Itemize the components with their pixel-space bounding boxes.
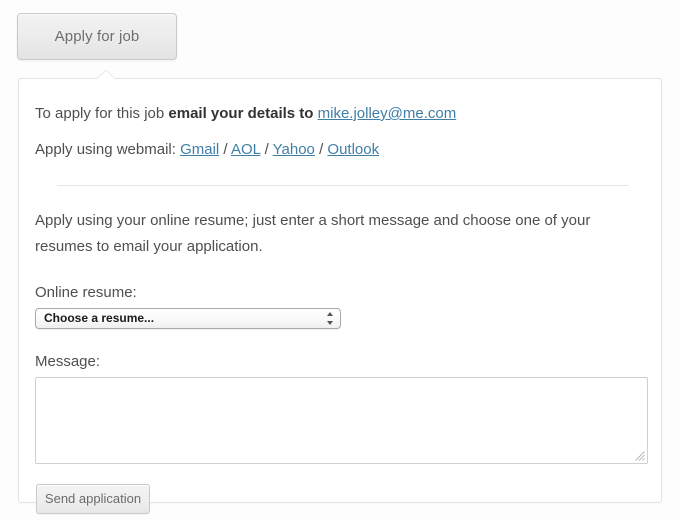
- online-resume-label: Online resume:: [35, 284, 137, 301]
- webmail-sep-3: /: [314, 141, 328, 158]
- send-application-button[interactable]: Send application: [36, 484, 150, 514]
- online-resume-select-wrap[interactable]: Choose a resume...: [35, 308, 341, 329]
- stepper-arrows-icon: [327, 311, 334, 326]
- message-textarea-wrap: [35, 377, 648, 464]
- message-label: Message:: [35, 353, 101, 370]
- webmail-line: Apply using webmail: Gmail / AOL / Yahoo…: [35, 139, 645, 161]
- apply-panel-body: To apply for this job email your details…: [19, 79, 661, 514]
- email-instruction-prefix: To apply for this job: [35, 105, 169, 122]
- section-divider: [57, 185, 629, 186]
- webmail-sep-1: /: [219, 141, 231, 158]
- webmail-link-yahoo[interactable]: Yahoo: [273, 141, 315, 158]
- online-resume-select[interactable]: Choose a resume...: [35, 308, 341, 329]
- email-instruction-line: To apply for this job email your details…: [35, 103, 645, 125]
- popover-caret-inner-icon: [97, 71, 115, 79]
- email-address-link[interactable]: mike.jolley@me.com: [318, 105, 457, 122]
- stepper-up-arrow-icon: [327, 312, 333, 316]
- message-textarea[interactable]: [35, 377, 648, 464]
- apply-for-job-button[interactable]: Apply for job: [17, 13, 177, 60]
- stepper-down-arrow-icon: [327, 321, 333, 325]
- webmail-label: Apply using webmail:: [35, 141, 176, 158]
- apply-panel: To apply for this job email your details…: [18, 70, 662, 514]
- webmail-link-outlook[interactable]: Outlook: [327, 141, 379, 158]
- resume-intro-text: Apply using your online resume; just ent…: [35, 212, 591, 255]
- webmail-link-gmail[interactable]: Gmail: [180, 141, 219, 158]
- webmail-link-aol[interactable]: AOL: [231, 141, 260, 158]
- webmail-sep-2: /: [260, 141, 273, 158]
- email-instruction-bold: email your details to: [168, 105, 314, 122]
